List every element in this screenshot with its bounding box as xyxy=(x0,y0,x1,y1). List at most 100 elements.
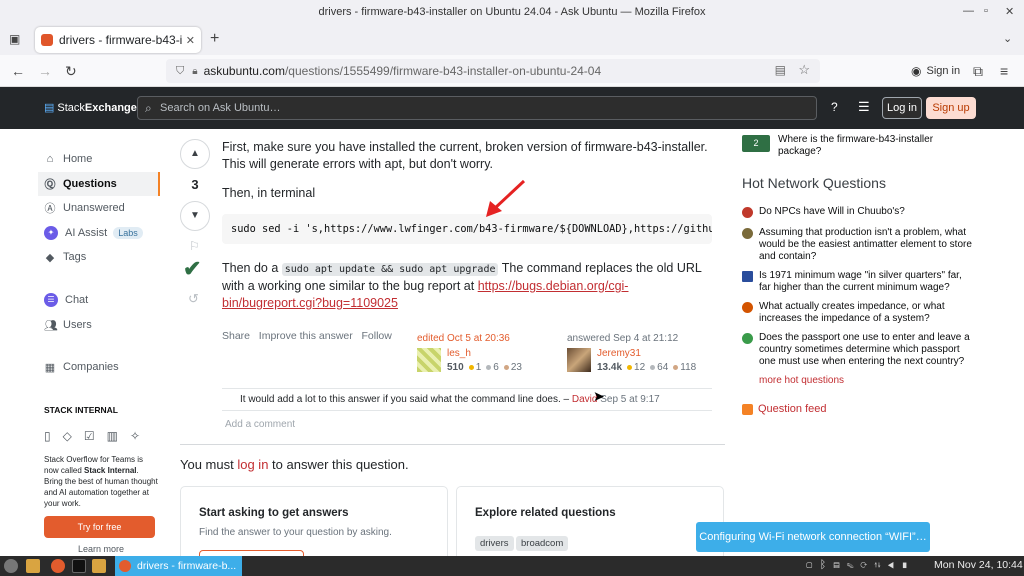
wifi-notification[interactable]: Configuring Wi-Fi network connection “WI… xyxy=(696,522,930,552)
labs-badge: Labs xyxy=(113,227,143,239)
author-name[interactable]: Jeremy31 xyxy=(597,348,641,359)
left-sidebar: ⌂ Home Ⓠ Questions Ⓐ Unanswered ✦ AI Assist L… xyxy=(38,129,163,556)
explore-card-title: Explore related questions xyxy=(475,507,616,519)
battery-icon[interactable]: ▮ xyxy=(901,559,915,571)
site-switcher-icon[interactable]: ☰ xyxy=(858,99,870,115)
taskbar: drivers - firmware-b... ▢ᛒ▤✎⟳⇅◀▮ Mon Nov… xyxy=(0,556,1024,576)
bookmark-icon[interactable]: ⚐ xyxy=(189,239,200,253)
companies-icon: ▦ xyxy=(44,361,56,374)
tag-broadcom[interactable]: broadcom xyxy=(516,536,569,551)
stack-internal-heading: STACK INTERNAL xyxy=(44,405,118,415)
edited-time[interactable]: edited Oct 5 at 20:36 xyxy=(417,333,510,344)
answer-paragraph-2: Then, in terminal xyxy=(222,186,316,200)
hnq-item[interactable]: Assuming that production isn't a problem… xyxy=(742,227,972,263)
start-menu-icon[interactable] xyxy=(4,559,18,573)
author-avatar[interactable] xyxy=(567,348,591,372)
explore-card: Explore related questions drivers broadc… xyxy=(456,486,724,556)
share-link[interactable]: Share xyxy=(222,330,250,342)
help-icon[interactable]: ? xyxy=(831,100,838,114)
url-bar[interactable]: ⛉ 🔒︎ askubuntu.com/questions/1555499/fir… xyxy=(166,59,820,83)
stackexchange-logo[interactable]: ▤ StackExchange xyxy=(44,101,137,114)
firefox-icon[interactable] xyxy=(51,559,65,573)
sidebar-item-tags[interactable]: ◆ Tags xyxy=(38,245,160,269)
bookmark-star-icon[interactable]: ☆ xyxy=(798,62,810,78)
answered-time[interactable]: answered Sep 4 at 21:12 xyxy=(567,333,678,344)
maximize-icon[interactable]: ▫ xyxy=(984,5,988,17)
sidebar-item-label: Questions xyxy=(63,178,117,190)
sidebar-item-companies[interactable]: ▦ Companies xyxy=(38,355,160,379)
new-tab-icon[interactable]: + xyxy=(210,30,219,48)
terminal-icon[interactable] xyxy=(72,559,86,573)
comment-time[interactable]: Sep 5 at 9:17 xyxy=(600,394,660,405)
hnq-item[interactable]: Does the passport one use to enter and l… xyxy=(742,332,972,368)
taskbar-window-button[interactable]: drivers - firmware-b... xyxy=(115,556,242,576)
clipboard-icon[interactable]: ▤ xyxy=(833,559,847,571)
reader-view-icon[interactable]: ▤ xyxy=(775,63,786,77)
sidebar-item-ai-assist[interactable]: ✦ AI Assist Labs xyxy=(38,221,160,245)
improve-answer-link[interactable]: Improve this answer xyxy=(259,330,353,342)
close-icon[interactable]: ✕ xyxy=(1005,5,1014,18)
window-titlebar: drivers - firmware-b43-installer on Ubun… xyxy=(0,0,1024,24)
login-button[interactable]: Log in xyxy=(882,97,922,119)
more-hot-questions-link[interactable]: more hot questions xyxy=(759,375,844,386)
home-icon: ⌂ xyxy=(46,153,54,165)
try-for-free-button[interactable]: Try for free xyxy=(44,516,155,538)
tag-drivers[interactable]: drivers xyxy=(475,536,514,551)
navigation-bar: ← → ↻ ⛉ 🔒︎ askubuntu.com/questions/15554… xyxy=(0,55,1024,87)
history-icon[interactable]: ↺ xyxy=(188,291,199,307)
tab-close-icon[interactable]: ✕ xyxy=(186,34,195,47)
sparkle-icon: ✧ xyxy=(129,429,153,443)
hnq-item[interactable]: Is 1971 minimum wage "in silver quarters… xyxy=(742,270,972,294)
sidebar-item-home[interactable]: ⌂ Home xyxy=(38,147,160,171)
url-domain: askubuntu.com xyxy=(203,64,285,78)
window-icon[interactable]: ▢ xyxy=(806,559,820,571)
notes-icon[interactable]: ✎ xyxy=(847,559,861,571)
follow-link[interactable]: Follow xyxy=(362,330,392,342)
volume-icon[interactable]: ◀ xyxy=(888,559,902,571)
folder-icon[interactable] xyxy=(92,559,106,573)
editor-avatar[interactable] xyxy=(417,348,441,372)
linked-question-link[interactable]: Where is the firmware-b43-installer pack… xyxy=(778,134,968,158)
shield-icon[interactable]: ⛉ xyxy=(176,65,184,78)
menu-icon[interactable]: ≡ xyxy=(1000,63,1008,79)
bluetooth-icon[interactable]: ᛒ xyxy=(820,559,834,571)
sidebar-item-label: AI Assist xyxy=(65,227,108,239)
ask-card: Start asking to get answers Find the ans… xyxy=(180,486,448,556)
sidebar-item-chat[interactable]: ☰ Chat xyxy=(38,288,160,312)
sidebar-item-questions[interactable]: Ⓠ Questions xyxy=(38,172,160,196)
search-input[interactable]: ⌕ Search on Ask Ubuntu… xyxy=(137,96,817,120)
sidebar-item-label: Home xyxy=(63,153,93,165)
gold-badge-icon xyxy=(468,364,474,370)
chevron-down-icon[interactable]: ⌄ xyxy=(1003,32,1012,45)
hnq-item[interactable]: What actually creates impedance, or what… xyxy=(742,301,972,325)
forward-icon[interactable]: → xyxy=(38,63,52,79)
main-content: ▲ 3 ▼ ⚐ ✔ ↺ First, make sure you have in… xyxy=(170,129,728,556)
editor-rep: 510 xyxy=(447,362,464,373)
network-icon[interactable]: ⇅ xyxy=(874,559,888,571)
sidebar-item-users[interactable]: 👥︎ Users xyxy=(38,313,160,337)
taskbar-window-title: drivers - firmware-b... xyxy=(137,560,237,572)
signup-button[interactable]: Sign up xyxy=(926,97,976,119)
login-link[interactable]: log in xyxy=(237,457,268,472)
section-divider xyxy=(180,444,725,445)
editor-bronze: 23 xyxy=(510,362,522,373)
tab-active[interactable]: drivers - firmware-b43-installer ✕ xyxy=(35,27,201,53)
reload-icon[interactable]: ↻ xyxy=(65,63,77,80)
sign-in-button[interactable]: ◉ Sign in xyxy=(905,60,966,82)
update-icon[interactable]: ⟳ xyxy=(860,559,874,571)
upvote-button[interactable]: ▲ xyxy=(180,139,210,169)
add-comment-link[interactable]: Add a comment xyxy=(225,419,295,430)
learn-more-link[interactable]: Learn more xyxy=(78,544,124,554)
sidebar-item-unanswered[interactable]: Ⓐ Unanswered xyxy=(38,196,160,220)
system-tray[interactable]: ▢ᛒ▤✎⟳⇅◀▮ xyxy=(806,559,915,571)
hnq-item[interactable]: Do NPCs have Will in Chuubo's? xyxy=(742,206,972,218)
downvote-button[interactable]: ▼ xyxy=(180,201,210,231)
file-manager-icon[interactable] xyxy=(26,559,40,573)
clock[interactable]: Mon Nov 24, 10:44 xyxy=(934,559,1023,571)
extensions-icon[interactable]: ⧉ xyxy=(973,63,983,80)
editor-name[interactable]: les_h xyxy=(447,348,471,359)
question-feed-link[interactable]: Question feed xyxy=(742,403,827,415)
minimize-icon[interactable]: — xyxy=(963,5,974,17)
back-icon[interactable]: ← xyxy=(11,63,25,79)
tab-list-icon[interactable]: ▣ xyxy=(9,32,20,46)
